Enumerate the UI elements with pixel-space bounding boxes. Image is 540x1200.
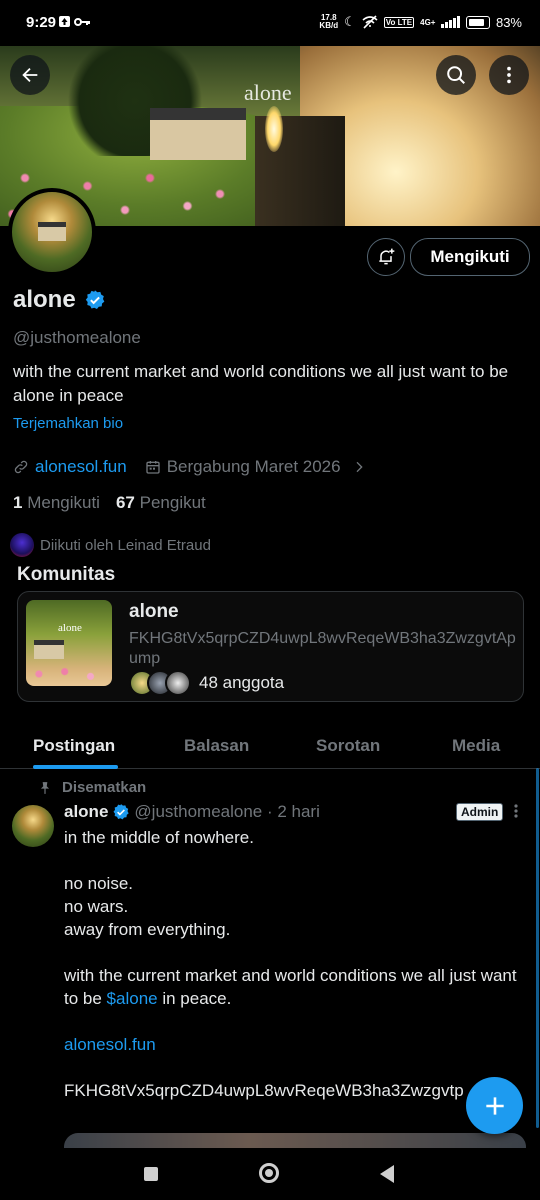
cashtag-link[interactable]: $alone <box>107 989 158 1008</box>
notifications-bell-button[interactable] <box>367 238 405 276</box>
tab-highlights[interactable]: Sorotan <box>316 736 380 756</box>
banner-watermark: alone <box>244 80 292 105</box>
status-bar: 9:29 17.8 KB/d ☾ Vo LTE 4G+ 83% <box>0 0 540 46</box>
profile-meta: alonesol.fun Bergabung Maret 2026 <box>13 457 367 477</box>
upload-key-icon <box>59 16 90 27</box>
profile-name: alone <box>13 286 76 313</box>
pinned-label-row: Disematkan <box>38 779 146 796</box>
plus-icon <box>485 1096 504 1115</box>
profile-bio: with the current market and world condit… <box>13 362 509 405</box>
community-name: alone <box>129 601 179 622</box>
status-time: 9:29 <box>26 14 57 31</box>
status-notification-icons <box>58 15 94 32</box>
member-count: 48 anggota <box>199 673 285 692</box>
post-author-name[interactable]: alone <box>64 802 108 822</box>
post-header: alone @justhomealone · 2 hari <box>64 802 320 822</box>
pin-icon <box>40 781 50 794</box>
back-nav-button[interactable] <box>380 1165 394 1183</box>
tab-replies[interactable]: Balasan <box>184 736 249 756</box>
community-members: 48 anggota <box>129 670 284 696</box>
verified-badge-icon <box>113 804 130 820</box>
join-date: Bergabung Maret 2026 <box>166 457 341 476</box>
post-contract-address: FKHG8tVx5qrpCZD4uwpL8wvReqeWB3ha3Zwzgvtp <box>64 1081 464 1100</box>
search-button[interactable] <box>436 55 476 95</box>
network-type: 4G+ <box>420 17 436 27</box>
calendar-icon <box>146 461 160 474</box>
system-navigation-bar <box>0 1148 540 1200</box>
translate-bio-link[interactable]: Terjemahkan bio <box>13 415 123 432</box>
verified-badge-icon[interactable] <box>84 289 106 311</box>
post-website-link[interactable]: alonesol.fun <box>64 1035 156 1054</box>
volte-badge: Vo LTE <box>383 16 415 28</box>
website-link[interactable]: alonesol.fun <box>35 457 127 477</box>
post-author-avatar[interactable] <box>12 805 54 847</box>
moon-icon: ☾ <box>344 14 356 29</box>
community-subtitle: FKHG8tVx5qrpCZD4uwpL8wvReqeWB3ha3ZwzgvtA… <box>129 630 516 667</box>
member-avatars <box>129 670 191 696</box>
community-card[interactable]: alone alone FKHG8tVx5qrpCZD4uwpL8wvReqeW… <box>17 591 524 702</box>
arrow-left-icon <box>22 67 38 83</box>
pinned-label: Disematkan <box>62 779 147 796</box>
home-button[interactable] <box>259 1163 279 1183</box>
recents-button[interactable] <box>144 1167 158 1181</box>
back-button[interactable] <box>10 55 50 95</box>
signal-icon <box>441 16 460 28</box>
tab-posts[interactable]: Postingan <box>33 736 115 756</box>
community-thumbnail: alone <box>26 600 112 686</box>
more-vertical-icon <box>507 66 511 84</box>
scrollbar[interactable] <box>536 768 539 1128</box>
community-section-title: Komunitas <box>17 564 116 585</box>
follow-counts: 1 Mengikuti 67 Pengikut <box>13 493 206 513</box>
battery-icon <box>465 15 490 29</box>
tab-media[interactable]: Media <box>452 736 500 756</box>
profile-handle: @justhomealone <box>13 328 141 347</box>
admin-badge: Admin <box>456 803 504 821</box>
profile-avatar[interactable] <box>8 188 96 276</box>
following-button[interactable]: Mengikuti <box>410 238 530 276</box>
following-count-link[interactable]: 1 Mengikuti <box>13 493 100 513</box>
followed-by-text: Diikuti oleh Leinad Etraud <box>40 536 211 554</box>
wifi-off-icon <box>362 15 378 29</box>
compose-post-button[interactable] <box>466 1077 523 1134</box>
followed-by-row[interactable]: Diikuti oleh Leinad Etraud <box>10 533 211 557</box>
post-more-button[interactable] <box>513 803 519 824</box>
profile-tabs: Postingan Balasan Sorotan Media <box>0 722 540 769</box>
search-icon <box>447 66 465 84</box>
status-right-icons: 17.8 KB/d ☾ Vo LTE 4G+ 83% <box>319 14 522 30</box>
community-thumb-watermark: alone <box>58 622 82 634</box>
active-tab-indicator <box>33 765 118 769</box>
chevron-right-icon[interactable] <box>351 459 367 475</box>
follower-avatar <box>10 533 34 557</box>
more-vertical-icon <box>514 804 518 818</box>
post-text: in the middle of nowhere. no noise. no w… <box>64 826 524 1102</box>
more-options-button[interactable] <box>489 55 529 95</box>
post-handle-time: @justhomealone · 2 hari <box>134 802 320 821</box>
profile-name-row: alone <box>13 286 106 314</box>
net-speed: 17.8 KB/d <box>319 13 339 30</box>
followers-count-link[interactable]: 67 Pengikut <box>116 493 206 513</box>
bell-plus-icon <box>379 248 395 265</box>
link-icon <box>14 460 28 474</box>
battery-percent: 83% <box>495 14 522 30</box>
